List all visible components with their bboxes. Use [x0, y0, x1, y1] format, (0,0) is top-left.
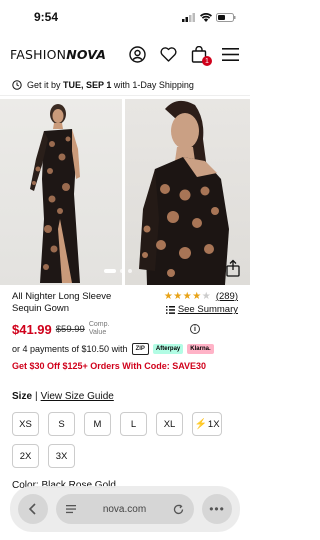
size-options: XS S M L XL ⚡ 1X 2X 3X: [12, 412, 238, 468]
status-icons: [182, 12, 236, 22]
product-name: All Nighter Long Sleeve Sequin Gown: [12, 291, 112, 314]
sale-price: $41.99: [12, 321, 52, 337]
more-options-button[interactable]: •••: [202, 494, 232, 524]
status-time: 9:54: [34, 10, 59, 24]
site-header: FASHIONNOVA 1: [0, 34, 250, 74]
logo-text-fashion: FASHION: [10, 46, 67, 62]
battery-icon: [216, 12, 236, 22]
shipping-date: TUE, SEP 1: [63, 79, 112, 90]
page-menu-icon: [66, 505, 76, 514]
header-actions: 1: [127, 44, 240, 66]
price-row: $41.99 $59.99 Comp. Value i: [12, 321, 238, 337]
info-icon[interactable]: i: [190, 324, 200, 334]
chevron-left-icon: [28, 503, 36, 515]
product-info: All Nighter Long Sleeve Sequin Gown ★★★★…: [0, 285, 250, 491]
product-photo-full-length[interactable]: [0, 99, 122, 285]
size-guide-link[interactable]: View Size Guide: [41, 391, 114, 402]
product-rating[interactable]: ★★★★★ (289) See Summary: [164, 291, 238, 315]
size-option-1x[interactable]: ⚡ 1X: [192, 412, 222, 436]
afterpay-badge[interactable]: Afterpay: [152, 344, 184, 354]
address-bar[interactable]: nova.com: [56, 494, 194, 524]
account-icon[interactable]: [127, 44, 147, 64]
clock-icon: [12, 79, 22, 90]
size-option-s[interactable]: S: [48, 412, 75, 436]
size-option-xs[interactable]: XS: [12, 412, 39, 436]
status-bar: 9:54: [0, 0, 250, 34]
zip-badge[interactable]: ZIP: [131, 343, 149, 355]
see-summary-link[interactable]: See Summary: [164, 304, 238, 315]
product-photo-closeup[interactable]: [125, 99, 250, 285]
size-label: Size: [12, 391, 33, 402]
promo-text: Get $30 Off $125+ Orders With Code: SAVE…: [12, 361, 207, 371]
rating-stars: ★★★★★: [163, 291, 212, 302]
low-stock-bolt-icon: ⚡: [194, 418, 207, 430]
size-option-3x[interactable]: 3X: [48, 444, 75, 468]
size-option-m[interactable]: M: [84, 412, 111, 436]
share-icon[interactable]: [224, 259, 242, 277]
list-icon: [165, 305, 175, 314]
signal-icon: [182, 12, 195, 22]
gallery-dot-2[interactable]: [120, 269, 124, 273]
logo-text-nova: NOVA: [66, 46, 107, 62]
cart-count-badge: 1: [202, 56, 212, 66]
installments-row: or 4 payments of $10.50 with ZIP Afterpa…: [12, 343, 238, 355]
shipping-text: Get it by TUE, SEP 1 with 1-Day Shipping: [27, 79, 194, 90]
gallery-dot-1[interactable]: [104, 269, 116, 273]
fashion-nova-logo[interactable]: FASHIONNOVA: [10, 47, 127, 62]
gallery-dot-3[interactable]: [128, 269, 132, 273]
url-text: nova.com: [102, 503, 147, 515]
browser-toolbar: nova.com •••: [10, 486, 240, 532]
wifi-icon: [200, 12, 212, 22]
size-header: Size | View Size Guide: [12, 391, 238, 402]
cart-icon[interactable]: 1: [189, 44, 212, 66]
wishlist-heart-icon[interactable]: [158, 44, 178, 64]
reload-icon[interactable]: [173, 503, 184, 515]
size-separator: |: [35, 391, 38, 402]
original-price: $59.99: [55, 323, 85, 335]
gallery-pagination: [104, 269, 132, 273]
product-gallery[interactable]: [0, 99, 250, 285]
comp-value-label: Comp. Value: [88, 321, 110, 336]
shipping-banner: Get it by TUE, SEP 1 with 1-Day Shipping: [0, 74, 250, 96]
size-option-l[interactable]: L: [120, 412, 147, 436]
installments-text: or 4 payments of $10.50 with: [12, 344, 128, 354]
size-option-2x[interactable]: 2X: [12, 444, 39, 468]
menu-hamburger-icon[interactable]: [220, 44, 240, 64]
size-option-xl[interactable]: XL: [156, 412, 183, 436]
klarna-badge[interactable]: Klarna.: [187, 344, 214, 354]
back-button[interactable]: [18, 494, 48, 524]
rating-count[interactable]: (289): [216, 291, 238, 302]
